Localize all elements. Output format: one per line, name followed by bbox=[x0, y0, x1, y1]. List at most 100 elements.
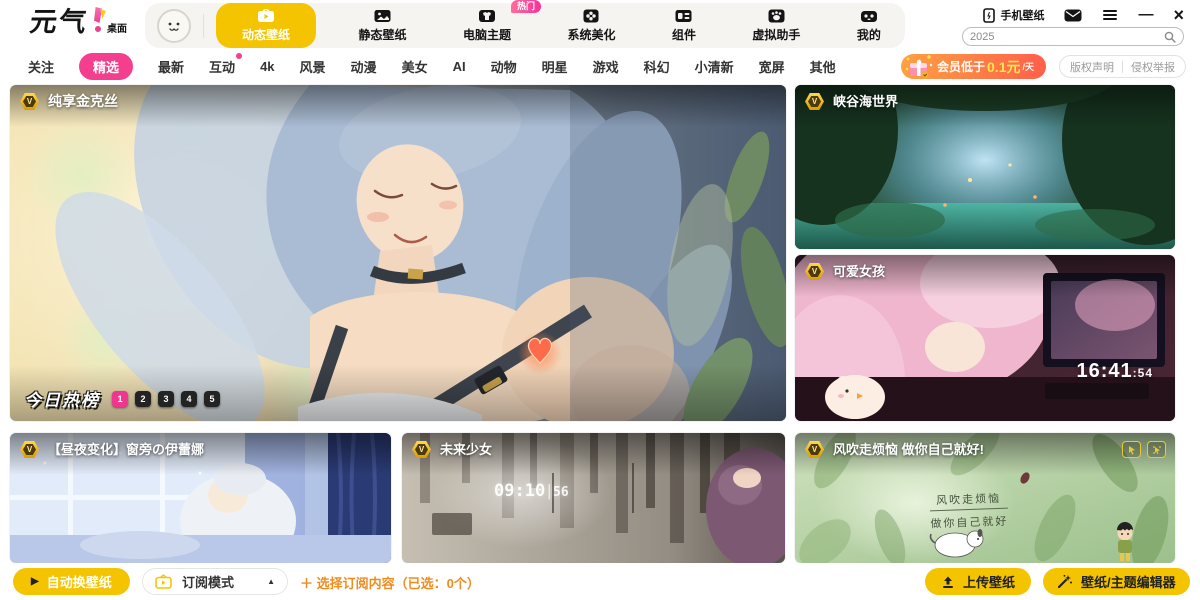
vip-promo-badge[interactable]: 会员低于 0.1元 /天 bbox=[901, 54, 1046, 79]
vip-per-day: /天 bbox=[1022, 60, 1034, 73]
tab-system-beautify[interactable]: 系统美化 bbox=[553, 3, 629, 48]
nav-divider bbox=[203, 14, 204, 38]
app-logo-text: 元气 bbox=[28, 7, 90, 37]
tab-static-wallpaper[interactable]: 静态壁纸 bbox=[344, 3, 420, 48]
wallpaper-card-canyon[interactable]: V 峡谷海世界 bbox=[795, 85, 1175, 249]
vip-text: 会员低于 bbox=[937, 58, 985, 75]
upload-icon bbox=[941, 575, 955, 589]
subscribe-mode-label: 订阅模式 bbox=[182, 572, 259, 591]
auto-change-wallpaper-button[interactable]: ▶ 自动换壁纸 bbox=[13, 568, 130, 595]
search-input[interactable] bbox=[970, 31, 1150, 43]
card-title: 纯享金克丝 bbox=[48, 93, 118, 110]
rank-page-5[interactable]: 5 bbox=[204, 391, 220, 407]
wallpaper-card-cute-girl[interactable]: V 可爱女孩 16:41:54 bbox=[795, 255, 1175, 421]
card-title-bar: V 风吹走烦恼 做你自己就好! bbox=[795, 433, 1175, 475]
category-follow[interactable]: 关注 bbox=[28, 57, 54, 76]
bottom-bar: ▶ 自动换壁纸 订阅模式 ▲ ＋ 选择订阅内容（已选：0个） 上传壁纸 bbox=[0, 563, 1200, 600]
tab-label: 电脑主题 bbox=[463, 26, 511, 43]
legal-divider bbox=[1122, 61, 1123, 73]
top-bar: 元气 桌面 动态壁纸 bbox=[0, 0, 1200, 48]
select-subscribe-content-link[interactable]: ＋ 选择订阅内容（已选：0个） bbox=[300, 573, 480, 592]
phone-wallpaper-label: 手机壁纸 bbox=[1000, 7, 1044, 23]
legal-links: 版权声明 侵权举报 bbox=[1059, 55, 1186, 78]
wallpaper-card-no-worries[interactable]: V 风吹走烦恼 做你自己就好! 风吹走烦恼 做你自己就好 bbox=[795, 433, 1175, 563]
minimize-button[interactable]: — bbox=[1138, 7, 1153, 23]
card-title: 未来少女 bbox=[440, 441, 492, 458]
verified-badge-icon: V bbox=[412, 441, 431, 458]
category-beauty[interactable]: 美女 bbox=[402, 57, 428, 76]
primary-nav: 动态壁纸 静态壁纸 热门 电脑主题 bbox=[145, 3, 905, 48]
upload-wallpaper-button[interactable]: 上传壁纸 bbox=[925, 568, 1031, 595]
category-4k[interactable]: 4k bbox=[260, 59, 274, 74]
overlay-line-1: 风吹走烦恼 bbox=[929, 490, 1008, 512]
category-featured[interactable]: 精选 bbox=[79, 53, 133, 80]
play-icon: ▶ bbox=[31, 577, 39, 587]
wallpaper-card-future-girl[interactable]: V 未来少女 09:10│56 bbox=[402, 433, 785, 563]
user-avatar[interactable] bbox=[157, 9, 191, 43]
rank-page-3[interactable]: 3 bbox=[158, 391, 174, 407]
category-star[interactable]: 明星 bbox=[542, 57, 568, 76]
category-label: 互动 bbox=[209, 60, 235, 75]
category-scifi[interactable]: 科幻 bbox=[644, 57, 670, 76]
tab-mine[interactable]: 我的 bbox=[843, 3, 895, 48]
report-link[interactable]: 侵权举报 bbox=[1131, 59, 1175, 75]
wallpaper-card-elaina[interactable]: V 【昼夜变化】窗旁の伊蕾娜 bbox=[10, 433, 391, 563]
tab-widgets[interactable]: 组件 bbox=[658, 3, 710, 48]
tv-icon bbox=[155, 574, 172, 589]
wallpaper-card-hero[interactable]: V 纯享金克丝 今日热榜 1 2 3 4 5 bbox=[10, 85, 786, 421]
menu-icon[interactable] bbox=[1102, 9, 1118, 21]
paw-icon bbox=[768, 9, 785, 23]
hot-rank-label: 今日热榜 bbox=[24, 386, 100, 411]
category-fresh[interactable]: 小清新 bbox=[695, 57, 734, 76]
cursor-icon bbox=[1122, 441, 1141, 458]
tab-dynamic-wallpaper[interactable]: 动态壁纸 bbox=[216, 3, 316, 48]
clock-ss: 56 bbox=[553, 485, 569, 500]
tab-label: 虚拟助手 bbox=[752, 26, 800, 43]
tab-virtual-assistant[interactable]: 虚拟助手 bbox=[738, 3, 814, 48]
card-title: 峡谷海世界 bbox=[833, 93, 898, 110]
verified-badge-icon: V bbox=[805, 263, 824, 280]
category-interactive[interactable]: 互动 bbox=[209, 57, 235, 76]
category-widescreen[interactable]: 宽屏 bbox=[759, 57, 785, 76]
category-anime[interactable]: 动漫 bbox=[351, 57, 377, 76]
select-suffix: 个） bbox=[454, 576, 480, 591]
wallpaper-overlay-text: 风吹走烦恼 做你自己就好 bbox=[929, 490, 1008, 532]
message-icon[interactable] bbox=[1064, 9, 1082, 22]
category-scenery[interactable]: 风景 bbox=[300, 57, 326, 76]
vip-price: 0.1元 bbox=[987, 57, 1020, 77]
category-other[interactable]: 其他 bbox=[810, 57, 836, 76]
category-ai[interactable]: AI bbox=[453, 59, 466, 74]
tab-label: 动态壁纸 bbox=[242, 26, 290, 43]
card-title: 【昼夜变化】窗旁の伊蕾娜 bbox=[48, 441, 204, 458]
category-animal[interactable]: 动物 bbox=[491, 57, 517, 76]
wallpaper-theme-editor-button[interactable]: 壁纸/主题编辑器 bbox=[1043, 568, 1190, 595]
window-controls: 手机壁纸 — × bbox=[983, 6, 1184, 24]
clock-hm: 16:41 bbox=[1076, 360, 1132, 382]
close-button[interactable]: × bbox=[1173, 7, 1184, 23]
category-latest[interactable]: 最新 bbox=[158, 57, 184, 76]
rank-page-2[interactable]: 2 bbox=[135, 391, 151, 407]
video-wallpaper-icon bbox=[257, 9, 275, 23]
search-box[interactable] bbox=[962, 27, 1184, 46]
copyright-link[interactable]: 版权声明 bbox=[1070, 59, 1114, 75]
overlay-line-2: 做你自己就好 bbox=[930, 513, 1009, 532]
verified-badge-icon: V bbox=[805, 441, 824, 458]
primary-tabs: 动态壁纸 静态壁纸 热门 电脑主题 bbox=[216, 3, 895, 48]
daily-hot-rank: 今日热榜 1 2 3 4 5 bbox=[24, 386, 220, 411]
subscribe-mode-dropdown[interactable]: 订阅模式 ▲ bbox=[142, 568, 288, 595]
tab-label: 组件 bbox=[672, 26, 696, 43]
search-icon[interactable] bbox=[1164, 31, 1176, 43]
rank-page-4[interactable]: 4 bbox=[181, 391, 197, 407]
category-game[interactable]: 游戏 bbox=[593, 57, 619, 76]
verified-badge-icon: V bbox=[20, 441, 39, 458]
card-title-bar: V 峡谷海世界 bbox=[795, 85, 1175, 127]
tab-pc-theme[interactable]: 热门 电脑主题 bbox=[449, 3, 525, 48]
card-title: 风吹走烦恼 做你自己就好! bbox=[833, 441, 984, 458]
selected-count: 0 bbox=[447, 576, 454, 591]
notification-dot bbox=[236, 53, 242, 59]
phone-wallpaper-entry[interactable]: 手机壁纸 bbox=[983, 7, 1044, 23]
app-window: 元气 桌面 动态壁纸 bbox=[0, 0, 1200, 600]
upload-label: 上传壁纸 bbox=[963, 572, 1015, 591]
rank-page-1[interactable]: 1 bbox=[112, 391, 128, 407]
phone-icon bbox=[983, 8, 995, 23]
